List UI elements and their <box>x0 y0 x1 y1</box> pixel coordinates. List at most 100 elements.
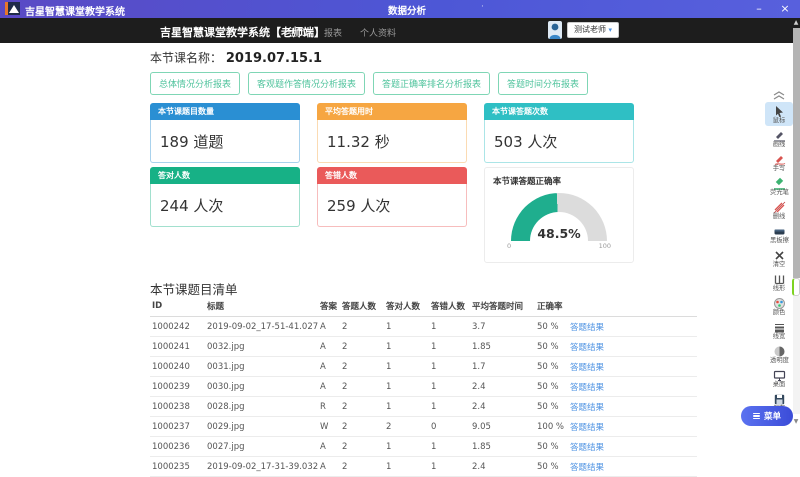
user-avatar[interactable] <box>548 21 562 39</box>
cell-wrong: 1 <box>429 377 470 397</box>
answer-result-link[interactable]: 答题结果 <box>570 323 604 333</box>
tool-clear[interactable]: 清空 <box>765 246 793 270</box>
scrollbar-track[interactable] <box>793 28 800 278</box>
stat-card-value: 11.32 秒 <box>317 120 467 163</box>
report-button[interactable]: 客观题作答情况分析报表 <box>248 72 365 95</box>
answer-result-link[interactable]: 答题结果 <box>570 343 604 353</box>
cell-id: 1000236 <box>150 437 205 457</box>
lesson-label: 本节课名称： <box>150 51 222 65</box>
nav-item-主页[interactable]: 主页 <box>288 26 306 39</box>
answer-result-link[interactable]: 答题结果 <box>570 383 604 393</box>
cell-wrong: 1 <box>429 457 470 477</box>
answer-result-link[interactable]: 答题结果 <box>570 423 604 433</box>
tool-mouse-cursor[interactable]: 鼠标 <box>765 102 793 126</box>
cell-rate: 100 % <box>535 417 568 437</box>
answer-result-link[interactable]: 答题结果 <box>570 403 604 413</box>
minimize-button[interactable]: – <box>746 0 772 18</box>
cell-answer: A <box>318 377 340 397</box>
cell-answer: A <box>318 317 340 337</box>
tool-label: 颜色 <box>773 308 786 315</box>
cell-answer: W <box>318 417 340 437</box>
report-button[interactable]: 总体情况分析报表 <box>150 72 240 95</box>
color-palette-icon <box>773 295 786 308</box>
column-header: 答案 <box>318 296 340 317</box>
cell-answer: A <box>318 357 340 377</box>
stat-card: 本节课题目数量189 道题 <box>150 103 300 163</box>
cell-correct: 1 <box>384 337 429 357</box>
nav-item-报表[interactable]: 报表 <box>324 26 342 39</box>
answer-result-link[interactable]: 答题结果 <box>570 443 604 453</box>
cell-title: 0028.jpg <box>205 397 318 417</box>
report-button[interactable]: 答题正确率排名分析报表 <box>373 72 490 95</box>
table-row: 10002352019-09-02_17-31-39.0326.jpgA2112… <box>150 457 697 477</box>
table-row: 10002370029.jpgW2209.05100 %答题结果 <box>150 417 697 437</box>
tool-highlighter[interactable]: 荧光笔 <box>765 174 793 198</box>
cell-rate: 50 % <box>535 377 568 397</box>
table-header-row: ID标题答案答题人数答对人数答错人数平均答题时间正确率 <box>150 296 697 317</box>
stat-card-title: 答错人数 <box>317 167 467 184</box>
cell-correct: 1 <box>384 317 429 337</box>
cell-answer: R <box>318 397 340 417</box>
person-icon <box>548 21 562 39</box>
chevron-down-icon: ▾ <box>609 26 613 34</box>
cell-title: 2019-09-02_17-51-41.0278.jpg <box>205 317 318 337</box>
table-row: 10002410032.jpgA2111.8550 %答题结果 <box>150 337 697 357</box>
column-header: 平均答题时间 <box>470 296 535 317</box>
stat-card: 答对人数244 人次 <box>150 167 300 227</box>
scrollbar-down-icon[interactable]: ▼ <box>792 416 800 428</box>
answer-result-link[interactable]: 答题结果 <box>570 363 604 373</box>
tool-color-palette[interactable]: 颜色 <box>765 294 793 318</box>
menu-button[interactable]: 菜单 <box>741 406 793 426</box>
cell-rate: 50 % <box>535 317 568 337</box>
cell-avg_time: 1.85 <box>470 437 535 457</box>
tool-opacity[interactable]: 透明度 <box>765 342 793 366</box>
line-width-icon <box>773 319 786 332</box>
scrollbar-up-icon[interactable]: ▲ <box>792 18 800 28</box>
answer-result-link[interactable]: 答题结果 <box>570 463 604 473</box>
cell-title: 0029.jpg <box>205 417 318 437</box>
mouse-cursor-icon <box>773 103 786 116</box>
table-row: 10002380028.jpgR2112.450 %答题结果 <box>150 397 697 417</box>
cell-title: 0030.jpg <box>205 377 318 397</box>
tool-desktop[interactable]: 桌面 <box>765 366 793 390</box>
tool-handwrite-pen[interactable]: 手写 <box>765 150 793 174</box>
scrollbar-track-lower[interactable] <box>793 296 800 414</box>
tool-label: 线形 <box>773 284 786 291</box>
tool-line-shape[interactable]: 线形 <box>765 270 793 294</box>
cell-action: 答题结果 <box>568 357 697 377</box>
stat-card-value: 189 道题 <box>150 120 300 163</box>
user-menu-button[interactable]: 测试老师 ▾ <box>567 22 619 38</box>
user-name: 测试老师 <box>574 25 606 34</box>
report-button[interactable]: 答题时间分布报表 <box>498 72 588 95</box>
app-logo-icon <box>5 2 20 15</box>
lesson-name: 2019.07.15.1 <box>226 51 322 66</box>
tool-draw-line[interactable]: 画线 <box>765 126 793 150</box>
cell-answered: 2 <box>340 417 384 437</box>
cell-wrong: 1 <box>429 397 470 417</box>
cell-id: 1000235 <box>150 457 205 477</box>
lesson-title-row: 本节课名称： 2019.07.15.1 <box>150 49 322 66</box>
stat-card-value: 259 人次 <box>317 184 467 227</box>
cell-id: 1000239 <box>150 377 205 397</box>
stat-card-title: 答对人数 <box>150 167 300 184</box>
tool-erase-line[interactable]: 删线 <box>765 198 793 222</box>
stat-card-title: 本节课题目数量 <box>150 103 300 120</box>
tool-label: 画线 <box>773 140 786 147</box>
correct-rate-gauge-card: 本节课答题正确率 48.5% 0 100 <box>484 167 634 263</box>
column-header: 标题 <box>205 296 318 317</box>
cell-rate: 50 % <box>535 397 568 417</box>
close-button[interactable]: × <box>772 0 798 18</box>
collapse-up-icon[interactable] <box>772 91 786 100</box>
draw-line-icon <box>773 127 786 140</box>
hamburger-icon <box>753 413 760 420</box>
cell-answered: 2 <box>340 317 384 337</box>
gauge-title: 本节课答题正确率 <box>485 168 633 187</box>
tool-board-eraser[interactable]: 黑板擦 <box>765 222 793 246</box>
cell-correct: 1 <box>384 437 429 457</box>
tool-line-width[interactable]: 线宽 <box>765 318 793 342</box>
line-shape-icon <box>773 271 786 284</box>
opacity-icon <box>773 343 786 356</box>
scrollbar-thumb[interactable] <box>792 278 800 296</box>
cell-avg_time: 2.4 <box>470 457 535 477</box>
nav-item-个人资料[interactable]: 个人资料 <box>360 26 396 39</box>
